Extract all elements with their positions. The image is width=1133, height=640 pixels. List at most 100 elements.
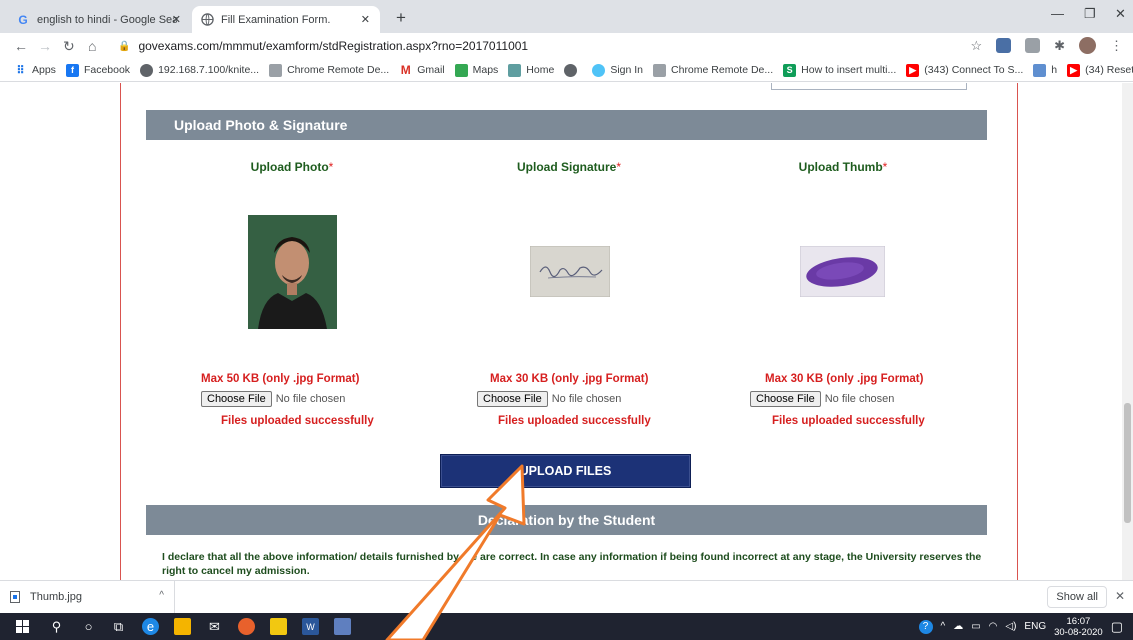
chrome-icon[interactable] bbox=[238, 618, 255, 635]
thumb-file-picker[interactable]: Choose File No file chosen bbox=[750, 391, 894, 407]
chevron-up-icon[interactable]: ^ bbox=[159, 590, 164, 601]
signature-size-info: Max 30 KB (only .jpg Format) bbox=[490, 373, 649, 385]
clock[interactable]: 16:07 30-08-2020 bbox=[1054, 616, 1103, 638]
lock-icon: 🔒 bbox=[118, 40, 131, 52]
bookmark-home[interactable]: Home bbox=[508, 63, 554, 77]
cortana-icon[interactable]: ○ bbox=[80, 618, 97, 635]
google-g-icon: G bbox=[18, 12, 28, 27]
bookmark-apps[interactable]: ⠿ Apps bbox=[14, 64, 55, 77]
minimize-icon[interactable]: — bbox=[1051, 6, 1064, 21]
youtube-icon: ▶ bbox=[906, 63, 920, 77]
home-icon bbox=[508, 63, 522, 77]
download-item[interactable]: Thumb.jpg ^ bbox=[10, 581, 175, 613]
bookmark-youtube-1[interactable]: ▶ (343) Connect To S... bbox=[906, 63, 1023, 77]
windows-taskbar: ⚲ ○ ⧉ e ✉ W ? ^ ☁ ▭ ◠ ◁) ENG 16:07 30-08… bbox=[0, 613, 1133, 640]
section-header-upload: Upload Photo & Signature bbox=[146, 110, 987, 140]
url-text: govexams.com/mmmut/examform/stdRegistrat… bbox=[138, 39, 529, 53]
language-indicator[interactable]: ENG bbox=[1024, 621, 1046, 632]
app-icon[interactable] bbox=[334, 618, 351, 635]
sheets-icon: S bbox=[783, 63, 797, 77]
close-icon[interactable]: ✕ bbox=[1115, 589, 1125, 603]
tab-title: english to hindi - Google Search bbox=[37, 13, 177, 26]
maximize-icon[interactable]: ❐ bbox=[1084, 6, 1096, 22]
close-icon[interactable]: ✕ bbox=[172, 13, 181, 26]
onedrive-icon[interactable]: ☁ bbox=[953, 621, 963, 632]
signin-icon bbox=[592, 63, 606, 77]
bookmark-h[interactable]: h bbox=[1033, 63, 1057, 77]
battery-icon[interactable]: ▭ bbox=[971, 621, 980, 632]
image-file-icon bbox=[10, 591, 20, 603]
choose-file-button[interactable]: Choose File bbox=[750, 391, 821, 407]
bookmarks-bar: ⠿ Apps f Facebook 192.168.7.100/knite... C… bbox=[0, 59, 1133, 82]
back-icon[interactable]: ← bbox=[14, 38, 28, 54]
forward-icon[interactable]: → bbox=[38, 38, 52, 54]
close-icon[interactable]: ✕ bbox=[361, 13, 370, 26]
volume-icon[interactable]: ◁) bbox=[1005, 621, 1016, 632]
wifi-icon[interactable]: ◠ bbox=[989, 621, 998, 632]
apps-grid-icon: ⠿ bbox=[16, 64, 25, 77]
file-status: No file chosen bbox=[275, 393, 346, 405]
profile-avatar[interactable] bbox=[1079, 37, 1096, 54]
maps-icon bbox=[454, 63, 468, 77]
toolbar-icons: ☆ ✱ ⋮ bbox=[970, 37, 1123, 54]
extension-icon[interactable] bbox=[996, 38, 1012, 53]
bookmark-sheets[interactable]: S How to insert multi... bbox=[783, 63, 896, 77]
photo-file-picker[interactable]: Choose File No file chosen bbox=[201, 391, 345, 407]
upload-files-button[interactable]: UPLOAD FILES bbox=[440, 454, 691, 488]
home-icon[interactable]: ⌂ bbox=[88, 38, 96, 54]
download-bar: Thumb.jpg ^ Show all ✕ bbox=[0, 580, 1133, 613]
window-close-icon[interactable]: ✕ bbox=[1115, 6, 1126, 22]
choose-file-button[interactable]: Choose File bbox=[477, 391, 548, 407]
notification-icon[interactable]: ▢ bbox=[1111, 619, 1123, 635]
signature-preview bbox=[529, 245, 611, 298]
help-icon[interactable]: ? bbox=[918, 619, 933, 634]
thumb-upload-success: Files uploaded successfully bbox=[772, 415, 925, 427]
bookmark-signin[interactable]: Sign In bbox=[592, 63, 643, 77]
bookmark-globe[interactable] bbox=[564, 63, 582, 77]
upload-thumb-label: Upload Thumb* bbox=[798, 160, 888, 174]
bookmark-youtube-2[interactable]: ▶(34) Reset TeamVie... bbox=[1067, 63, 1133, 77]
page-scrollbar[interactable] bbox=[1122, 83, 1133, 580]
word-icon[interactable]: W bbox=[302, 618, 319, 635]
bookmark-facebook[interactable]: f Facebook bbox=[65, 63, 130, 77]
chevron-up-icon[interactable]: ^ bbox=[941, 621, 946, 632]
gmail-icon: M bbox=[400, 63, 411, 77]
upload-photo-label: Upload Photo* bbox=[250, 160, 334, 174]
browser-tab-bar: G english to hindi - Google Search ✕ Fil… bbox=[0, 0, 1133, 33]
download-filename: Thumb.jpg bbox=[30, 591, 82, 603]
windows-start-icon[interactable] bbox=[14, 618, 31, 635]
tab-google-search[interactable]: G english to hindi - Google Search ✕ bbox=[8, 6, 191, 33]
bookmark-remote-desktop[interactable]: Chrome Remote De... bbox=[269, 63, 389, 77]
cast-icon[interactable] bbox=[1025, 38, 1041, 53]
signature-upload-success: Files uploaded successfully bbox=[498, 415, 651, 427]
signature-file-picker[interactable]: Choose File No file chosen bbox=[477, 391, 621, 407]
power-bi-icon[interactable] bbox=[270, 618, 287, 635]
address-bar[interactable]: 🔒 govexams.com/mmmut/examform/stdRegistr… bbox=[118, 37, 978, 55]
file-explorer-icon[interactable] bbox=[174, 618, 191, 635]
scrollbar-thumb[interactable] bbox=[1124, 403, 1131, 523]
tab-exam-form[interactable]: Fill Examination Form. ✕ bbox=[192, 6, 380, 33]
mail-icon[interactable]: ✉ bbox=[206, 618, 223, 635]
bookmark-gmail[interactable]: M Gmail bbox=[399, 63, 445, 77]
search-icon[interactable]: ⚲ bbox=[48, 618, 65, 635]
browser-toolbar: ← → ↻ ⌂ 🔒 govexams.com/mmmut/examform/st… bbox=[0, 33, 1133, 59]
thumb-preview bbox=[799, 245, 886, 298]
partial-input-field[interactable] bbox=[771, 83, 967, 90]
task-view-icon[interactable]: ⧉ bbox=[110, 618, 127, 635]
bookmark-maps[interactable]: Maps bbox=[454, 63, 498, 77]
show-all-button[interactable]: Show all bbox=[1047, 586, 1107, 608]
reload-icon[interactable]: ↻ bbox=[63, 38, 75, 55]
bookmark-knite[interactable]: 192.168.7.100/knite... bbox=[140, 63, 259, 77]
choose-file-button[interactable]: Choose File bbox=[201, 391, 272, 407]
remote-desktop-icon bbox=[269, 63, 283, 77]
new-tab-icon[interactable]: + bbox=[396, 8, 406, 28]
puzzle-icon[interactable]: ✱ bbox=[1054, 38, 1065, 54]
menu-dots-icon[interactable]: ⋮ bbox=[1110, 38, 1123, 54]
bookmark-remote-desktop-2[interactable]: Chrome Remote De... bbox=[653, 63, 773, 77]
date: 30-08-2020 bbox=[1054, 626, 1103, 638]
tab-title: Fill Examination Form. bbox=[221, 13, 331, 26]
page-viewport: Upload Photo & Signature Upload Photo* M… bbox=[0, 83, 1133, 580]
globe-icon bbox=[200, 13, 214, 27]
edge-icon[interactable]: e bbox=[142, 618, 159, 635]
star-icon[interactable]: ☆ bbox=[970, 38, 982, 54]
